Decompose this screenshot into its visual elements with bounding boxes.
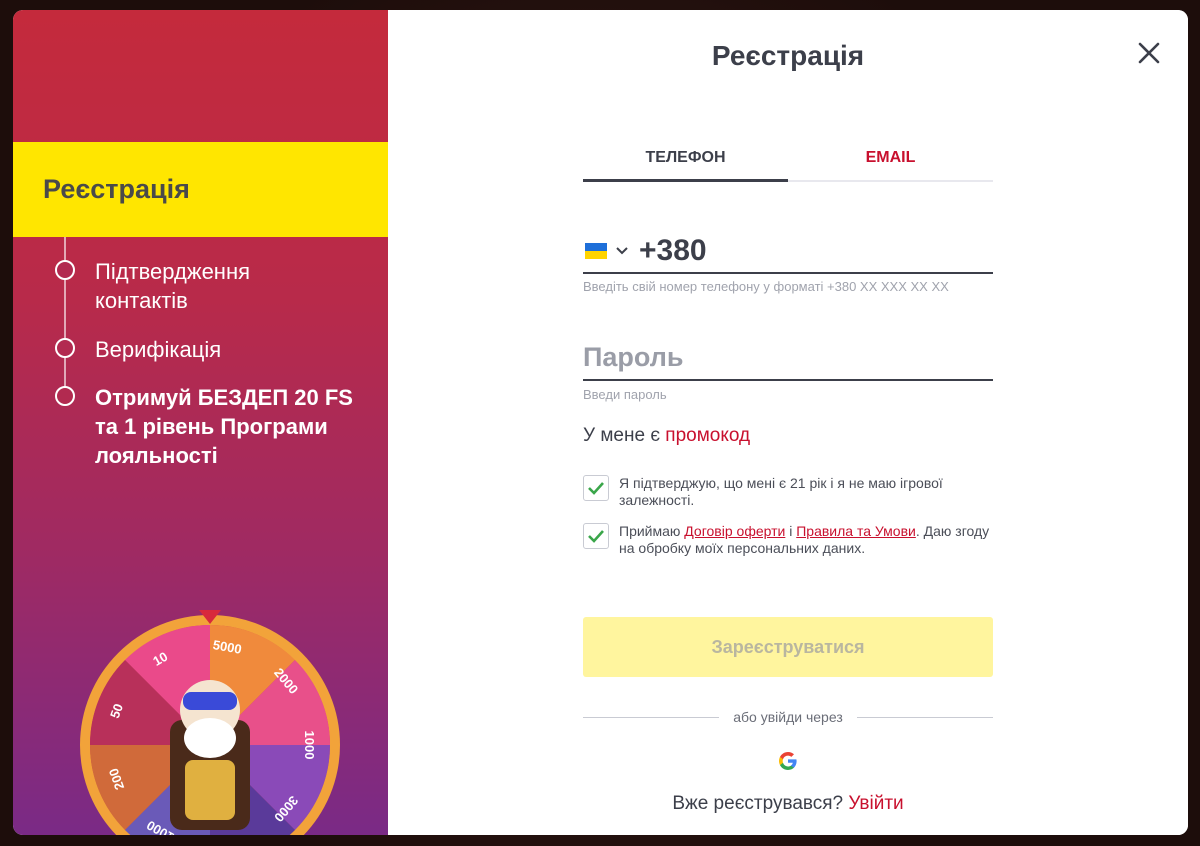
login-prefix: Вже реєструвався? (672, 793, 844, 814)
or-divider: або увійди через (583, 707, 993, 727)
terms-confirm-checkbox[interactable] (583, 523, 609, 549)
fortune-wheel-illustration: 5000200010003000700010002005010 (75, 610, 345, 835)
phone-country-code[interactable]: +380 (639, 234, 707, 268)
phone-field[interactable]: +380 (583, 230, 993, 274)
chevron-down-icon[interactable] (615, 244, 629, 258)
close-icon[interactable] (1136, 40, 1162, 66)
wheel-segment-label: 1000 (302, 731, 317, 760)
registration-form-panel: Реєстрація ТЕЛЕФОН EMAIL +380 Введіть св… (388, 10, 1188, 835)
phone-hint: Введіть свій номер телефону у форматі +3… (583, 279, 949, 294)
fortune-wheel: 5000200010003000700010002005010 (80, 610, 340, 835)
tab-email[interactable]: EMAIL (788, 140, 993, 180)
terms-middle: і (785, 523, 797, 539)
registration-modal: Реєстрація Підтвердження контактів Вериф… (13, 10, 1188, 835)
age-confirm-row: Я підтверджую, що мені є 21 рік і я не м… (583, 475, 1003, 509)
password-field-wrapper (583, 335, 993, 381)
login-row: Вже реєструвався? Увійти (388, 793, 1188, 815)
promo-prefix: У мене є (583, 425, 661, 446)
promo-code-row: У мене є промокод (583, 425, 750, 447)
promo-code-link[interactable]: промокод (665, 425, 750, 446)
active-step-label: Реєстрація (43, 174, 190, 204)
terms-conditions-link[interactable]: Правила та Умови (796, 523, 916, 539)
step-bonus: Отримуй БЕЗДЕП 20 FS та 1 рівень Програм… (95, 385, 353, 468)
step-dot (55, 338, 75, 358)
auth-method-tabs: ТЕЛЕФОН EMAIL (583, 140, 993, 182)
checkmark-icon (588, 482, 604, 495)
password-hint: Введи пароль (583, 387, 667, 402)
age-confirm-text: Я підтверджую, що мені є 21 рік і я не м… (619, 475, 943, 508)
divider-text: або увійди через (733, 709, 843, 725)
ukraine-flag-icon[interactable] (585, 243, 607, 259)
age-confirm-checkbox[interactable] (583, 475, 609, 501)
tab-phone[interactable]: ТЕЛЕФОН (583, 140, 788, 182)
terms-prefix: Приймаю (619, 523, 685, 539)
terms-confirm-text: Приймаю Договір оферти і Правила та Умов… (619, 523, 1003, 557)
login-link[interactable]: Увійти (848, 793, 903, 814)
active-step: Реєстрація (13, 142, 388, 237)
step-dot (55, 386, 75, 406)
steps-panel: Реєстрація Підтвердження контактів Вериф… (13, 10, 388, 835)
step-verification: Верифікація (95, 337, 222, 362)
terms-confirm-row: Приймаю Договір оферти і Правила та Умов… (583, 523, 1003, 557)
step-dot (55, 260, 75, 280)
password-input[interactable] (583, 341, 993, 373)
form-title: Реєстрація (711, 40, 865, 71)
checkmark-icon (588, 530, 604, 543)
offer-agreement-link[interactable]: Договір оферти (684, 523, 785, 539)
register-button[interactable]: Зареєструватися (583, 617, 993, 677)
step-contacts: Підтвердження контактів (95, 259, 251, 313)
google-icon[interactable] (778, 751, 798, 771)
